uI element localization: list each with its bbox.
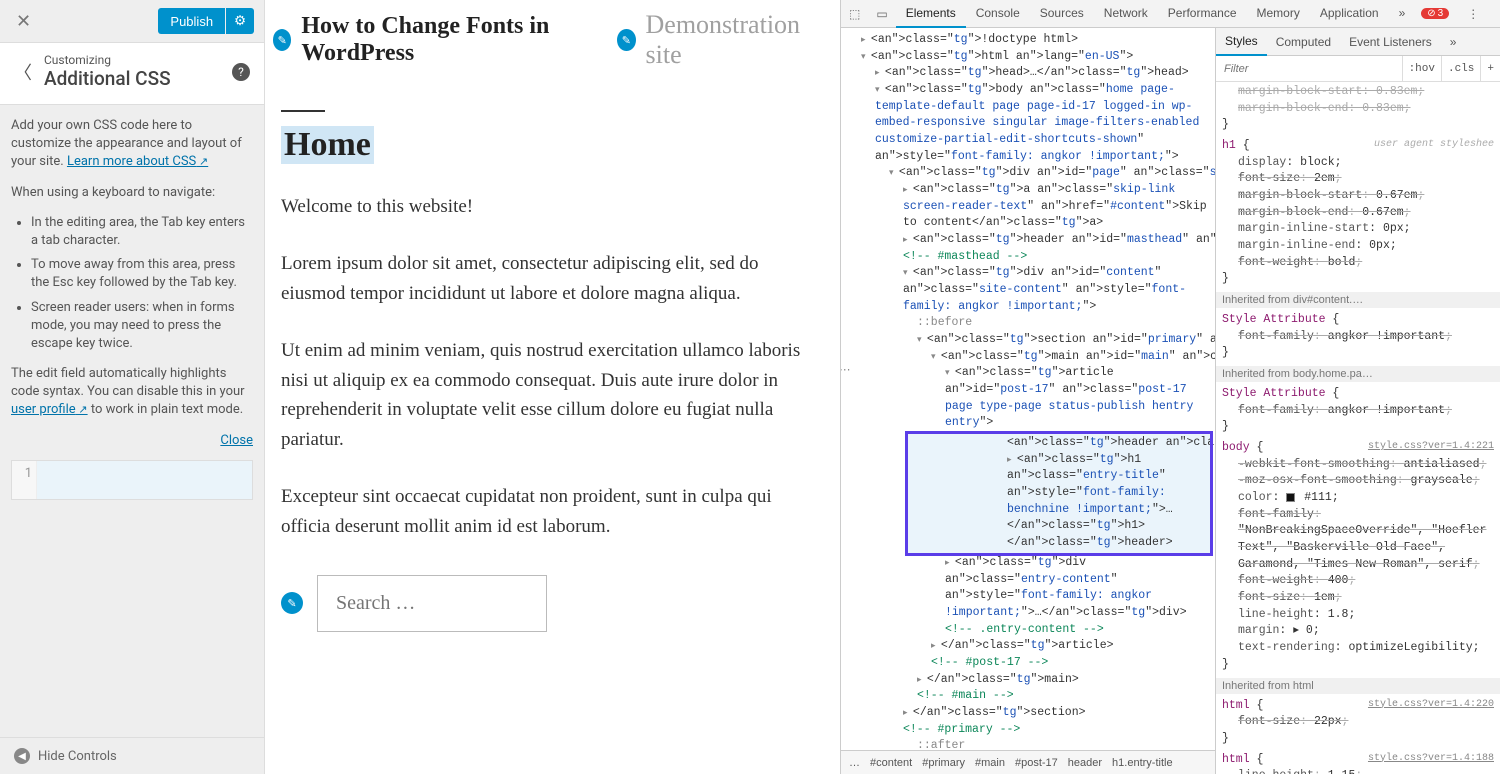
auto-text: The edit field automatically highlights …	[11, 366, 245, 399]
ellipsis-icon[interactable]: ⋯	[841, 363, 851, 380]
paragraph: Excepteur sint occaecat cupidatat non pr…	[281, 482, 810, 541]
auto-text: to work in plain text mode.	[88, 402, 244, 417]
section-title-bar: 〈 Customizing Additional CSS ?	[0, 43, 264, 105]
customizing-label: Customizing	[44, 53, 171, 67]
user-profile-link[interactable]: user profile	[11, 402, 88, 417]
keyboard-intro: When using a keyboard to navigate:	[11, 184, 253, 202]
edit-shortcut-icon[interactable]: ✎	[273, 29, 291, 51]
tips-list: In the editing area, the Tab key enters …	[11, 214, 253, 353]
devtools-panel: ⬚ ▭ Elements Console Sources Network Per…	[840, 0, 1500, 774]
paragraph: Lorem ipsum dolor sit amet, consectetur …	[281, 249, 810, 308]
back-icon[interactable]: 〈	[14, 55, 34, 89]
tab-network[interactable]: Network	[1094, 0, 1158, 28]
paragraph: Ut enim ad minim veniam, quis nostrud ex…	[281, 336, 810, 454]
breadcrumb[interactable]: header	[1068, 757, 1102, 769]
styles-rules[interactable]: margin-block-start: 0.83em;margin-block-…	[1216, 82, 1500, 774]
devtools-tabs: Elements Console Sources Network Perform…	[896, 0, 1416, 28]
dom-tree[interactable]: ⋯ <an">class="tg">!doctype html><an">cla…	[841, 28, 1215, 750]
list-item: In the editing area, the Tab key enters …	[31, 214, 253, 250]
entry-content: Welcome to this website! Lorem ipsum dol…	[281, 192, 810, 541]
css-editor[interactable]: 1	[11, 460, 253, 500]
list-item: To move away from this area, press the E…	[31, 256, 253, 292]
section-title: Additional CSS	[44, 67, 171, 90]
device-icon[interactable]: ▭	[868, 7, 895, 21]
site-description: How to Change Fonts in WordPress	[301, 13, 607, 67]
dom-breadcrumbs: … #content #primary #main #post-17 heade…	[841, 750, 1215, 774]
breadcrumb[interactable]: #primary	[922, 757, 965, 769]
inspect-icon[interactable]: ⬚	[841, 7, 868, 21]
close-icon[interactable]: ✕	[10, 11, 37, 32]
help-icon[interactable]: ?	[232, 63, 250, 81]
hide-controls-button[interactable]: ◀ Hide Controls	[0, 737, 264, 774]
more-tabs-icon[interactable]: »	[1389, 0, 1416, 28]
breadcrumb[interactable]: h1.entry-title	[1112, 757, 1173, 769]
learn-more-link[interactable]: Learn more about CSS	[67, 154, 208, 169]
more-tabs-icon[interactable]: »	[1441, 29, 1466, 55]
tab-sources[interactable]: Sources	[1030, 0, 1094, 28]
site-preview: ✎ How to Change Fonts in WordPress ✎ Dem…	[265, 0, 840, 774]
line-number: 1	[12, 461, 37, 499]
tab-computed[interactable]: Computed	[1267, 29, 1340, 55]
styles-panel: Styles Computed Event Listeners » :hov .…	[1215, 28, 1500, 774]
customizer-header: ✕ Publish ⚙	[0, 0, 264, 43]
tab-memory[interactable]: Memory	[1247, 0, 1310, 28]
list-item: Screen reader users: when in forms mode,…	[31, 299, 253, 354]
breadcrumb[interactable]: #main	[975, 757, 1005, 769]
site-title: Demonstration site	[646, 10, 811, 70]
collapse-icon: ◀	[14, 748, 30, 764]
paragraph: Welcome to this website!	[281, 192, 810, 221]
styles-tabs: Styles Computed Event Listeners »	[1216, 28, 1500, 56]
tab-event-listeners[interactable]: Event Listeners	[1340, 29, 1441, 55]
gear-icon[interactable]: ⚙	[226, 8, 254, 34]
cls-toggle[interactable]: .cls	[1441, 56, 1480, 81]
breadcrumb[interactable]: #post-17	[1015, 757, 1058, 769]
customizer-panel: ✕ Publish ⚙ 〈 Customizing Additional CSS…	[0, 0, 265, 774]
close-help-link[interactable]: Close	[11, 432, 253, 450]
publish-button[interactable]: Publish	[158, 8, 225, 34]
settings-icon[interactable]: ⋮	[1459, 7, 1487, 21]
tab-application[interactable]: Application	[1310, 0, 1389, 28]
styles-filter-input[interactable]	[1216, 59, 1402, 79]
add-rule-icon[interactable]: +	[1480, 56, 1500, 81]
hov-toggle[interactable]: :hov	[1402, 56, 1441, 81]
page-heading: Home	[281, 126, 374, 164]
devtools-toolbar: ⬚ ▭ Elements Console Sources Network Per…	[841, 0, 1500, 28]
breadcrumb[interactable]: …	[849, 757, 860, 769]
edit-shortcut-icon[interactable]: ✎	[617, 29, 635, 51]
tab-styles[interactable]: Styles	[1216, 28, 1267, 56]
title-divider	[281, 110, 325, 112]
hide-controls-label: Hide Controls	[38, 749, 117, 764]
search-input[interactable]	[317, 575, 547, 632]
tab-elements[interactable]: Elements	[896, 0, 966, 28]
edit-shortcut-icon[interactable]: ✎	[281, 592, 303, 614]
customizer-content: Add your own CSS code here to customize …	[0, 105, 264, 737]
tab-console[interactable]: Console	[966, 0, 1030, 28]
error-badge[interactable]: ⊘3	[1421, 8, 1449, 19]
tab-performance[interactable]: Performance	[1158, 0, 1247, 28]
breadcrumb[interactable]: #content	[870, 757, 912, 769]
